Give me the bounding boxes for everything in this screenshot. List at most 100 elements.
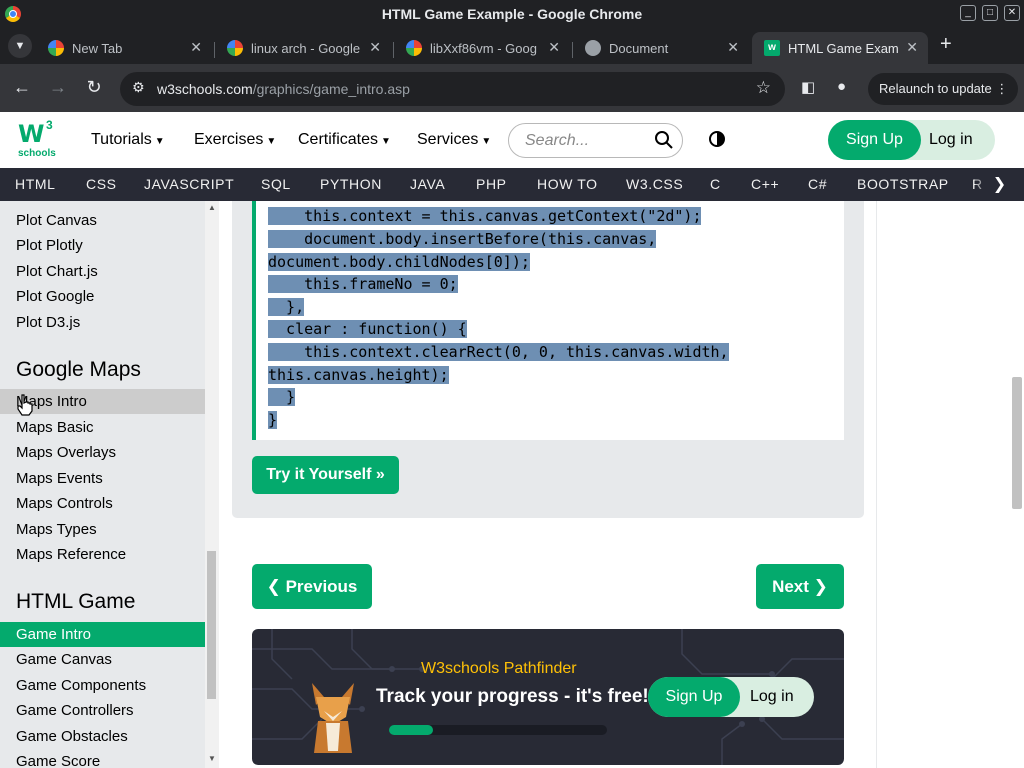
profile-icon[interactable]: ● [837, 78, 846, 95]
globe-icon [585, 40, 601, 56]
search-icon[interactable] [654, 130, 674, 150]
sidebar-scroll-thumb[interactable] [207, 551, 216, 699]
more-menu-icon: ⋮ [995, 81, 1009, 96]
reload-icon[interactable]: ↻ [83, 77, 105, 98]
side-panel-icon[interactable]: ◧ [801, 78, 815, 96]
lang-javascript[interactable]: JAVASCRIPT [144, 176, 234, 192]
window-title: HTML Game Example - Google Chrome [381, 6, 643, 22]
site-info-icon[interactable]: ⚙ [132, 79, 145, 96]
bookmark-star-icon[interactable]: ☆ [756, 78, 771, 98]
menu-tutorials[interactable]: Tutorials ▼ [91, 131, 165, 149]
google-icon [406, 40, 422, 56]
lang-cpp[interactable]: C++ [751, 176, 779, 192]
tab-document[interactable]: Document ✕ [573, 32, 749, 64]
sidebar-scrollbar[interactable]: ▲ ▼ [205, 201, 219, 768]
pathfinder-signup-button[interactable]: Sign Up [648, 677, 740, 717]
signup-button[interactable]: Sign Up [828, 120, 921, 160]
lang-csharp[interactable]: C# [808, 176, 827, 192]
pathfinder-title: W3schools Pathfinder [421, 660, 577, 677]
caret-down-icon: ▼ [381, 136, 391, 147]
page-scroll-thumb[interactable] [1012, 377, 1022, 509]
lang-python[interactable]: PYTHON [320, 176, 382, 192]
sidebar-item-plot-canvas[interactable]: Plot Canvas [0, 208, 205, 233]
close-icon[interactable]: ✕ [727, 39, 739, 56]
sidebar-item-game-controllers[interactable]: Game Controllers [0, 698, 205, 723]
scroll-up-icon[interactable]: ▲ [208, 203, 216, 212]
try-it-yourself-button[interactable]: Try it Yourself » [252, 456, 399, 494]
sidebar-item-maps-overlays[interactable]: Maps Overlays [0, 440, 205, 465]
lang-bootstrap[interactable]: BOOTSTRAP [857, 176, 949, 192]
caret-down-icon: ▼ [154, 136, 165, 147]
browser-toolbar: ← → ↻ ⚙ w3schools.com/graphics/game_intr… [0, 64, 1024, 112]
sidebar-item-game-canvas[interactable]: Game Canvas [0, 647, 205, 672]
dark-mode-toggle-icon[interactable] [709, 131, 725, 147]
lang-html[interactable]: HTML [15, 176, 56, 192]
close-window-button[interactable]: ✕ [1004, 5, 1020, 21]
lang-sql[interactable]: SQL [261, 176, 291, 192]
sidebar-item-game-obstacles[interactable]: Game Obstacles [0, 724, 205, 749]
login-button[interactable]: Log in [929, 120, 973, 160]
fox-mascot-icon [312, 683, 354, 753]
lang-w3css[interactable]: W3.CSS [626, 176, 683, 192]
lang-c[interactable]: C [710, 176, 721, 192]
sidebar-item-plot-plotly[interactable]: Plot Plotly [0, 233, 205, 258]
lang-java[interactable]: JAVA [410, 176, 445, 192]
code-line: this.frameNo = 0; [268, 275, 458, 293]
column-divider [876, 201, 877, 768]
pathfinder-banner: W3schools Pathfinder Track your progress… [252, 629, 844, 765]
lang-css[interactable]: CSS [86, 176, 117, 192]
code-line: this.context.clearRect(0, 0, this.canvas… [268, 343, 729, 361]
forward-arrow-icon[interactable]: → [47, 77, 69, 98]
new-tab-button[interactable]: + [940, 33, 952, 56]
google-icon [227, 40, 243, 56]
close-icon[interactable]: ✕ [190, 39, 202, 56]
code-line: this.context = this.canvas.getContext("2… [268, 207, 702, 225]
w3schools-icon: w [764, 40, 780, 56]
minimize-button[interactable]: _ [960, 5, 976, 21]
sidebar-item-game-components[interactable]: Game Components [0, 673, 205, 698]
w3schools-logo[interactable]: W 3 schools [16, 118, 60, 162]
sidebar-item-game-score[interactable]: Game Score [0, 749, 205, 768]
menu-services[interactable]: Services ▼ [417, 131, 491, 149]
tab-html-game-example[interactable]: w HTML Game Exam ✕ [752, 32, 928, 64]
close-icon[interactable]: ✕ [369, 39, 381, 56]
tab-libxxf86vm[interactable]: libXxf86vm - Goog ✕ [394, 32, 570, 64]
sidebar-item-plot-d3js[interactable]: Plot D3.js [0, 310, 205, 335]
tab-linux-arch[interactable]: linux arch - Google ✕ [215, 32, 391, 64]
lang-howto[interactable]: HOW TO [537, 176, 598, 192]
sidebar-item-game-intro[interactable]: Game Intro [0, 622, 205, 647]
lang-php[interactable]: PHP [476, 176, 507, 192]
caret-down-icon: ▼ [266, 136, 277, 147]
sidebar-item-maps-events[interactable]: Maps Events [0, 466, 205, 491]
tab-title: HTML Game Exam [788, 41, 898, 56]
back-arrow-icon[interactable]: ← [11, 77, 33, 98]
maximize-button[interactable]: □ [982, 5, 998, 21]
menu-certificates[interactable]: Certificates ▼ [298, 131, 391, 149]
tab-title: linux arch - Google [251, 41, 361, 56]
hand-cursor-icon [17, 394, 33, 416]
sidebar-item-maps-basic[interactable]: Maps Basic [0, 415, 205, 440]
sidebar-item-maps-controls[interactable]: Maps Controls [0, 491, 205, 516]
caret-down-icon: ▼ [481, 136, 492, 147]
sidebar-item-plot-chartjs[interactable]: Plot Chart.js [0, 259, 205, 284]
pathfinder-login-button[interactable]: Log in [750, 677, 794, 717]
menu-exercises[interactable]: Exercises ▼ [194, 131, 276, 149]
tab-search-button[interactable]: ▼ [8, 34, 32, 58]
sidebar-item-maps-types[interactable]: Maps Types [0, 517, 205, 542]
search-input[interactable]: Search... [508, 123, 683, 158]
close-icon[interactable]: ✕ [906, 39, 918, 56]
tab-new-tab[interactable]: New Tab ✕ [36, 32, 212, 64]
language-nav: HTML CSS JAVASCRIPT SQL PYTHON JAVA PHP … [0, 168, 1024, 201]
relaunch-button[interactable]: Relaunch to update ⋮ [868, 73, 1018, 105]
previous-button[interactable]: ❮ Previous [252, 564, 372, 609]
tab-title: Document [609, 41, 669, 56]
sidebar-item-plot-google[interactable]: Plot Google [0, 284, 205, 309]
page-scrollbar[interactable] [1010, 201, 1024, 768]
sidebar-item-maps-reference[interactable]: Maps Reference [0, 542, 205, 567]
next-button[interactable]: Next ❯ [756, 564, 844, 609]
chevron-right-icon[interactable]: ❯ [975, 168, 1024, 201]
pathfinder-auth-buttons: Sign Up Log in [648, 677, 814, 717]
scroll-down-icon[interactable]: ▼ [208, 754, 216, 763]
address-bar[interactable]: ⚙ w3schools.com/graphics/game_intro.asp … [120, 72, 785, 106]
close-icon[interactable]: ✕ [548, 39, 560, 56]
